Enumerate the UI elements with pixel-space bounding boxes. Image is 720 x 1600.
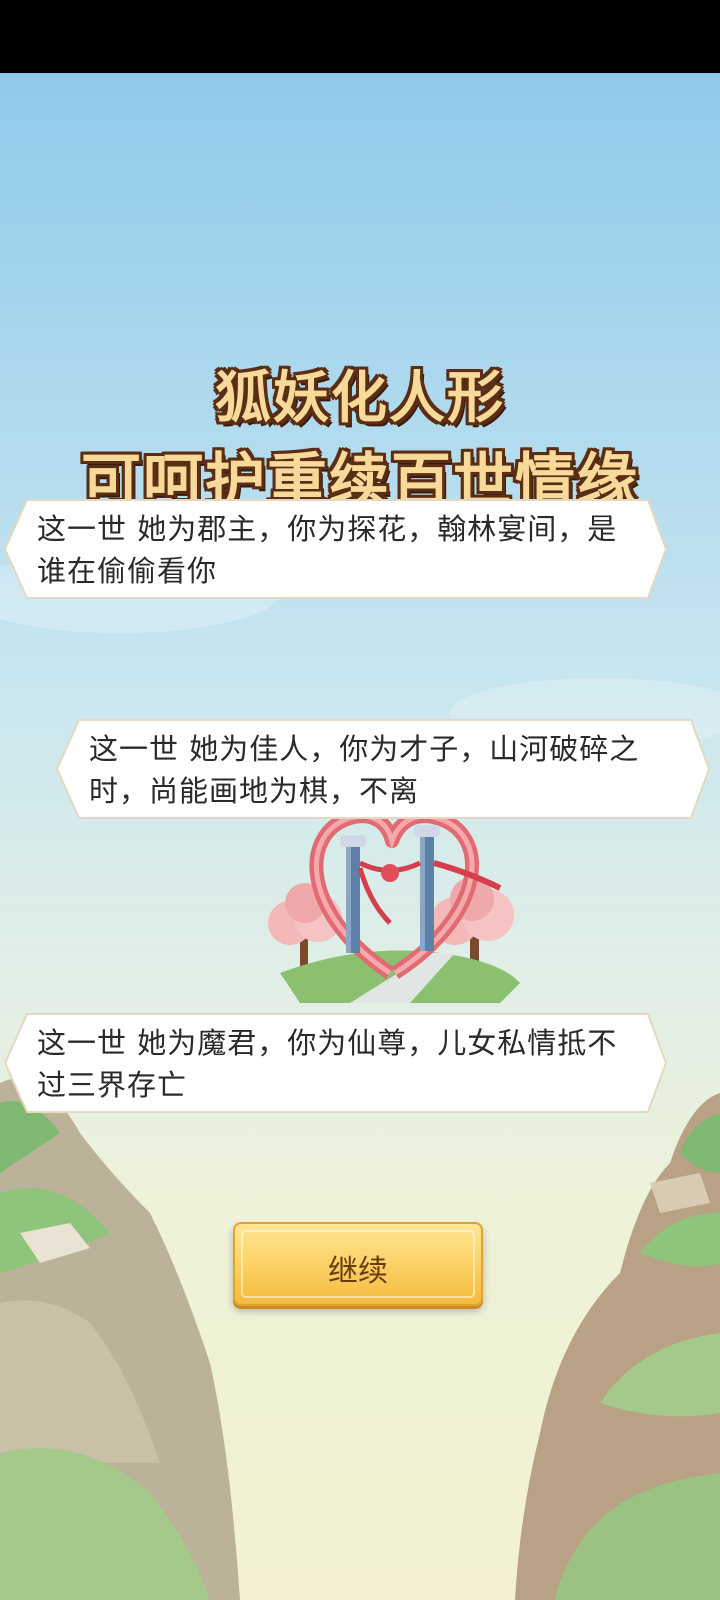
title-line-1: 狐妖化人形 <box>215 365 505 431</box>
story-bubble-3: 这一世 她为魔君，你为仙尊，儿女私情抵不过三界存亡 <box>3 1012 668 1114</box>
bubble-text: 这一世 她为郡主，你为探花，翰林宴间，是谁在偷偷看你 <box>37 512 618 588</box>
story-bubble-1: 这一世 她为郡主，你为探花，翰林宴间，是谁在偷偷看你 <box>3 498 668 600</box>
bubble-text: 这一世 她为佳人，你为才子，山河破碎之时，尚能画地为棋，不离 <box>89 732 640 808</box>
continue-button[interactable]: 继续 <box>233 1222 483 1306</box>
mountain-left <box>0 1078 240 1600</box>
game-scene: 狐妖化人形 可呵护重续百世情缘 <box>0 73 720 1600</box>
story-bubble-2: 这一世 她为佳人，你为才子，山河破碎之时，尚能画地为棋，不离 <box>55 718 711 820</box>
heart-gate-illustration <box>268 809 520 1003</box>
continue-button-label: 继续 <box>328 1254 388 1289</box>
mountain-right <box>515 1093 720 1600</box>
scenery-background <box>0 553 720 1600</box>
bubble-text: 这一世 她为魔君，你为仙尊，儿女私情抵不过三界存亡 <box>37 1026 618 1102</box>
status-bar <box>0 0 720 73</box>
